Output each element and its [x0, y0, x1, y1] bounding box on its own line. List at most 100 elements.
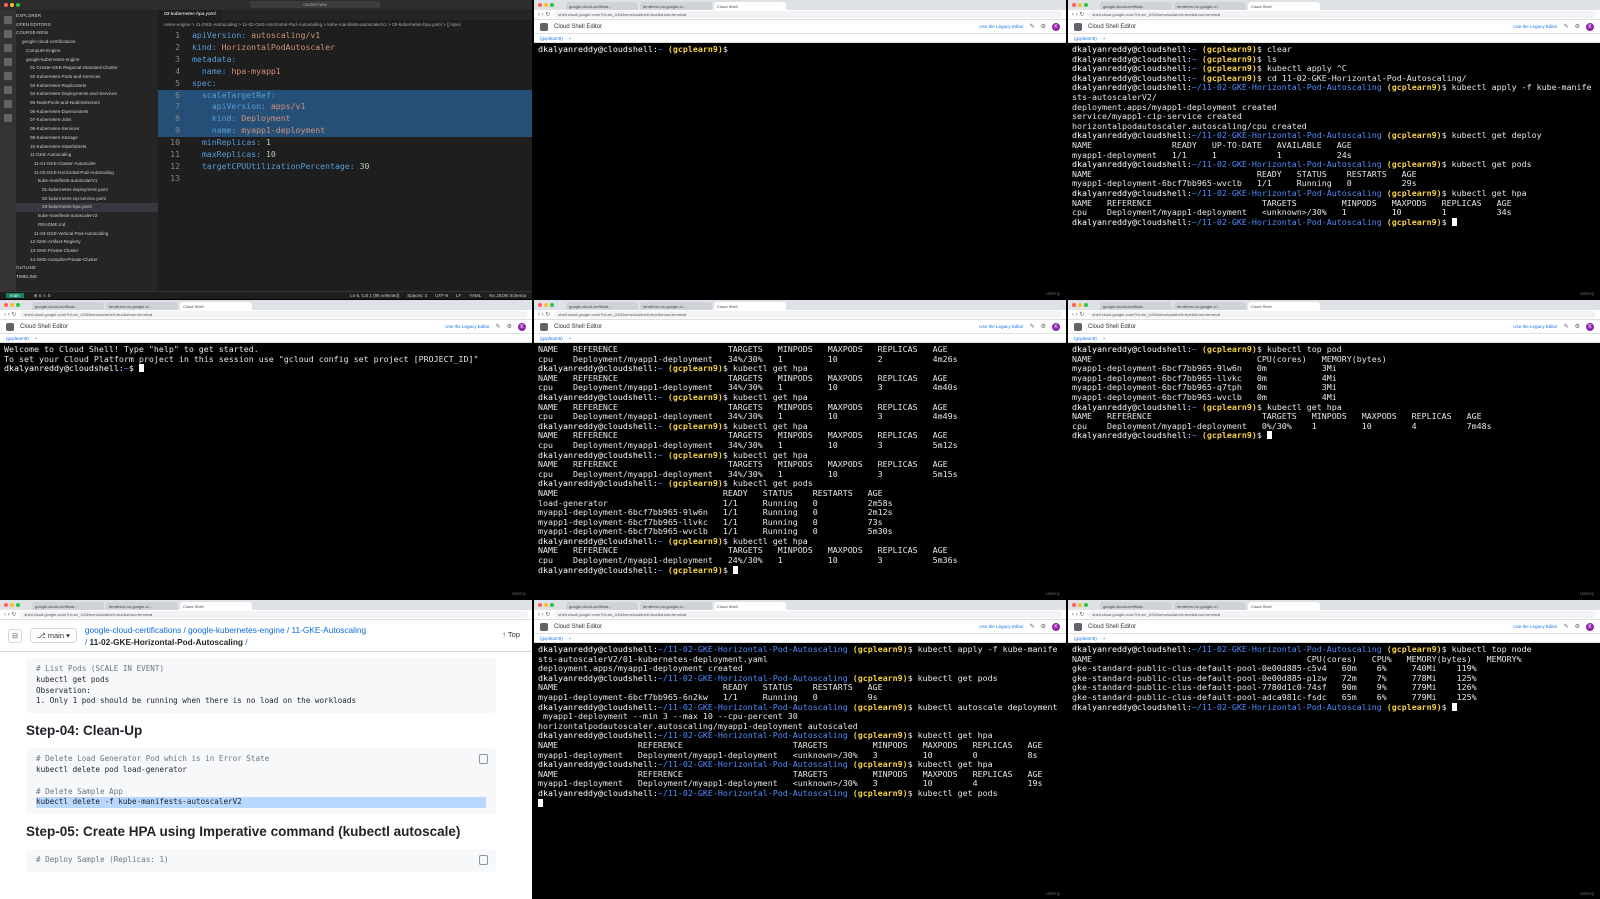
top-button[interactable]: ↑ Top	[502, 630, 520, 639]
url-input[interactable]: shell.cloud.google.com/?hl=en_US&fromclo…	[554, 311, 1062, 318]
add-terminal-tab-button[interactable]: +	[1103, 636, 1106, 641]
add-terminal-tab-button[interactable]: +	[569, 36, 572, 41]
legacy-editor-link[interactable]: Use the Legacy Editor	[1513, 24, 1557, 29]
url-input[interactable]: shell.cloud.google.com/?hl=en_US&fromclo…	[1088, 611, 1596, 618]
branch-selector[interactable]: ⎇ main ▾	[30, 628, 77, 643]
terminal-output[interactable]: NAME REFERENCE TARGETS MINPODS MAXPODS R…	[534, 343, 1066, 599]
command-center-search[interactable]: course-new	[250, 1, 380, 8]
sidebar-toggle-icon[interactable]: ⊟	[8, 628, 22, 643]
browser-tab[interactable]: Cloud Shell	[714, 302, 786, 310]
url-input[interactable]: shell.cloud.google.com/?hl=en_US&fromclo…	[554, 611, 1062, 618]
browser-tab[interactable]: google-cloud-certificat...	[1100, 302, 1172, 310]
explorer-tree-item[interactable]: 10-Kubernetes-StatefulSets	[16, 143, 158, 152]
browser-tab[interactable]: Cloud Shell	[180, 602, 252, 610]
terminal-output[interactable]: dkalyanreddy@cloudshell:~/11-02-GKE-Hori…	[1068, 643, 1600, 899]
explorer-tree-item[interactable]: google-kubernetes-engine	[16, 56, 158, 65]
terminal-session-tab[interactable]: (gcplearn9)	[1074, 336, 1097, 341]
legacy-editor-link[interactable]: Use the Legacy Editor	[979, 24, 1023, 29]
window-controls[interactable]	[538, 603, 554, 607]
settings-icon[interactable]: ⚙	[1041, 323, 1046, 330]
avatar[interactable]: K	[1052, 322, 1060, 331]
status-item[interactable]: Ln 6, Col 1 (95 selected)	[350, 293, 399, 298]
open-editor-icon[interactable]: ✎	[1564, 623, 1569, 630]
terminal-session-tab[interactable]: (gcplearn9)	[6, 336, 29, 341]
source-control-icon[interactable]	[4, 44, 12, 52]
copy-icon[interactable]	[479, 754, 488, 765]
explorer-tree-item[interactable]: 11-01-GKE-Cluster-Autoscaler	[16, 160, 158, 169]
outline-section[interactable]: OUTLINE	[16, 264, 158, 273]
explorer-tree-item[interactable]: 02-Kubernetes-Pods-and-Services	[16, 73, 158, 82]
run-debug-icon[interactable]	[4, 58, 12, 66]
window-controls[interactable]	[1072, 303, 1088, 307]
explorer-tree-item[interactable]: 14-GKE-Autopilot-Private-Cluster	[16, 256, 158, 265]
browser-tab[interactable]: google-cloud-certificat...	[566, 2, 638, 10]
terminal-output[interactable]: dkalyanreddy@cloudshell:~ (gcplearn9)$ c…	[1068, 43, 1600, 299]
browser-tab[interactable]: google-cloud-certificat...	[32, 302, 104, 310]
problems-indicator[interactable]: ⊗ 0 ⚠ 0	[34, 293, 51, 298]
status-item[interactable]: No JSON Schema	[489, 293, 526, 298]
legacy-editor-link[interactable]: Use the Legacy Editor	[979, 624, 1023, 629]
browser-tab[interactable]: terraform-on-google-cl...	[640, 302, 712, 310]
status-item[interactable]: UTF-8	[435, 293, 448, 298]
remote-icon[interactable]	[4, 86, 12, 94]
url-input[interactable]: shell.cloud.google.com/?hl=en_US&fromclo…	[20, 611, 528, 618]
back-forward-icon[interactable]: ‹ › ↻	[4, 611, 16, 618]
settings-icon[interactable]: ⚙	[1575, 623, 1580, 630]
legacy-editor-link[interactable]: Use the Legacy Editor	[1513, 324, 1557, 329]
path-link-2[interactable]: google-kubernetes-engine	[188, 625, 284, 635]
terminal-session-tab[interactable]: (gcplearn9)	[540, 336, 563, 341]
explorer-tree-item[interactable]: 06-Kubernetes-DaemonSets	[16, 108, 158, 117]
add-terminal-tab-button[interactable]: +	[569, 636, 572, 641]
explorer-tree-item[interactable]: 11-02-GKE-Horizontal-Pod-Autoscaling	[16, 169, 158, 178]
back-forward-icon[interactable]: ‹ › ↻	[1072, 311, 1084, 318]
status-item[interactable]: Spaces: 2	[407, 293, 427, 298]
settings-icon[interactable]: ⚙	[1041, 23, 1046, 30]
breadcrumb[interactable]: netes-engine > 11-GKE-Autoscaling > 11-0…	[158, 20, 532, 30]
settings-icon[interactable]: ⚙	[507, 323, 512, 330]
explorer-tree-item[interactable]: 08-Kubernetes-Services	[16, 125, 158, 134]
avatar[interactable]: K	[1586, 22, 1594, 31]
path-link-3[interactable]: 11-GKE-Autoscaling	[292, 625, 367, 635]
branch-indicator[interactable]: main	[6, 293, 24, 298]
explorer-tree-item[interactable]: 05-NodePools-and-NodeSelectors	[16, 99, 158, 108]
workspace-root[interactable]: COURSE-NEW	[16, 29, 158, 38]
browser-tab[interactable]: google-cloud-certificat...	[1100, 602, 1172, 610]
explorer-tree-item[interactable]: 03-kubernetes-hpa.yaml	[16, 203, 158, 213]
editor-tab-hpa[interactable]: 03-kubernetes-hpa.yaml	[158, 10, 222, 20]
explorer-tree-item[interactable]: 12-GKE-Artifact-Registry	[16, 238, 158, 247]
cloud-icon[interactable]	[4, 114, 12, 122]
copy-icon[interactable]	[479, 855, 488, 866]
explorer-tree-item[interactable]: 11-03-GKE-Vertical-Pod-Autoscaling	[16, 230, 158, 239]
open-editor-icon[interactable]: ✎	[1030, 323, 1035, 330]
back-forward-icon[interactable]: ‹ › ↻	[1072, 11, 1084, 18]
avatar[interactable]: K	[1052, 22, 1060, 31]
explorer-tree-item[interactable]: google-cloud-certifications	[16, 38, 158, 47]
explorer-tree-item[interactable]: 02-kubernetes-cip-service.yaml	[16, 195, 158, 204]
terminal-output[interactable]: dkalyanreddy@cloudshell:~/11-02-GKE-Hori…	[534, 643, 1066, 899]
terminal-output[interactable]: dkalyanreddy@cloudshell:~ (gcplearn9)$	[534, 43, 1066, 299]
browser-tab[interactable]: terraform-on-google-cl...	[1174, 302, 1246, 310]
add-terminal-tab-button[interactable]: +	[569, 336, 572, 341]
browser-tab[interactable]: terraform-on-google-cl...	[106, 602, 178, 610]
window-controls[interactable]	[1072, 3, 1088, 7]
explorer-tree-item[interactable]: 01-kubernetes-deployment.yaml	[16, 186, 158, 195]
browser-tab[interactable]: Cloud Shell	[714, 2, 786, 10]
browser-tab[interactable]: terraform-on-google-cl...	[640, 2, 712, 10]
terminal-session-tab[interactable]: (gcplearn9)	[1074, 636, 1097, 641]
explorer-tree-item[interactable]: 13-GKE-Private-Cluster	[16, 247, 158, 256]
explorer-tree-item[interactable]: 01-Create-GKE-Regional-Standard-Cluster	[16, 64, 158, 73]
timeline-section[interactable]: TIMELINE	[16, 273, 158, 282]
explorer-tree-item[interactable]: 07-Kubernetes-Jobs	[16, 116, 158, 125]
browser-tab[interactable]: terraform-on-google-cl...	[106, 302, 178, 310]
avatar[interactable]: K	[518, 322, 526, 331]
explorer-tree-item[interactable]: README.md	[16, 221, 158, 230]
status-item[interactable]: LF	[456, 293, 461, 298]
back-forward-icon[interactable]: ‹ › ↻	[1072, 611, 1084, 618]
testing-icon[interactable]	[4, 100, 12, 108]
avatar[interactable]: K	[1586, 622, 1594, 631]
add-terminal-tab-button[interactable]: +	[1103, 336, 1106, 341]
path-link-1[interactable]: google-cloud-certifications	[85, 625, 181, 635]
browser-tab[interactable]: Cloud Shell	[1248, 602, 1320, 610]
open-editors-section[interactable]: OPEN EDITORS	[16, 21, 158, 30]
browser-tab[interactable]: google-cloud-certificat...	[566, 602, 638, 610]
